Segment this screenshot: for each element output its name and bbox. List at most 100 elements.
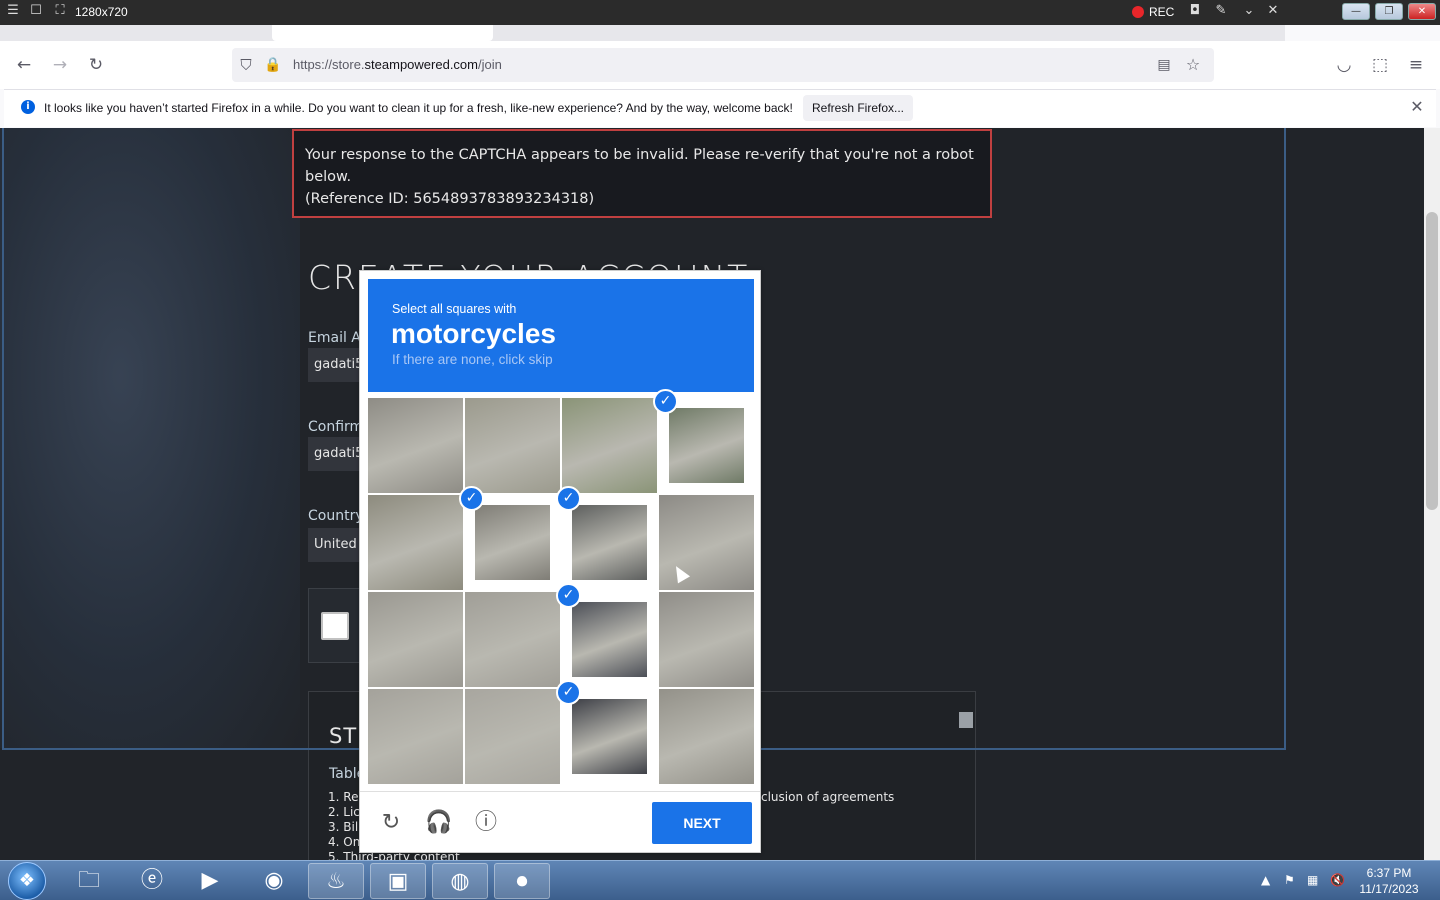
challenge-tile[interactable]: [659, 592, 754, 687]
tile-image: [368, 689, 463, 784]
close-icon[interactable]: ✕: [1266, 4, 1280, 18]
toc-item-text: clusion of agreements: [761, 790, 895, 804]
challenge-tile[interactable]: [465, 689, 560, 784]
scrollbar-thumb[interactable]: [1426, 212, 1438, 510]
reload-icon[interactable]: ↻: [86, 55, 106, 75]
error-reference: (Reference ID: 5654893783893234318): [305, 191, 595, 207]
minimize-button[interactable]: —: [1342, 3, 1370, 20]
challenge-tile[interactable]: [562, 592, 657, 687]
media-player-icon[interactable]: ▶: [182, 863, 238, 899]
challenge-tile[interactable]: [562, 689, 657, 784]
tile-image: [465, 592, 560, 687]
terminal-icon[interactable]: ▣: [370, 863, 426, 899]
tile-image: [465, 398, 560, 493]
tray-expand-icon[interactable]: ▲: [1261, 873, 1270, 887]
tile-image: [572, 602, 647, 677]
fullscreen-icon[interactable]: ☐: [29, 4, 43, 18]
recorder-toolbar: ☰ ☐ ⛶ 1280x720 REC ◘ ✎ ⌄ ✕ — ❐ ✕: [0, 0, 1440, 25]
record-icon[interactable]: [1132, 6, 1144, 18]
tile-image: [368, 592, 463, 687]
next-button[interactable]: NEXT: [652, 802, 752, 844]
network-icon[interactable]: ▦: [1307, 873, 1318, 887]
url-bar[interactable]: ⛉ 🔒 https://store.steampowered.com/join …: [232, 48, 1214, 82]
reload-challenge-icon[interactable]: ↻: [378, 810, 404, 836]
back-icon[interactable]: ←: [14, 55, 34, 75]
lock-icon[interactable]: 🔒: [263, 55, 283, 75]
shield-icon[interactable]: ⛉: [236, 55, 256, 75]
recaptcha-challenge: Select all squares with motorcycles If t…: [359, 270, 761, 853]
info-icon: i: [21, 100, 35, 114]
tile-image: [659, 689, 754, 784]
extensions-icon[interactable]: ⬚: [1370, 55, 1390, 75]
camera-icon[interactable]: ◘: [1188, 4, 1202, 18]
start-button[interactable]: ❖: [8, 862, 46, 900]
audio-challenge-icon[interactable]: 🎧: [425, 810, 452, 836]
close-icon[interactable]: ✕: [1408, 98, 1426, 116]
tile-image: [572, 505, 647, 580]
url-text[interactable]: https://store.steampowered.com/join: [293, 57, 502, 72]
scrollbar-thumb[interactable]: [959, 712, 973, 728]
browser-chrome: ← → ↻ ⛉ 🔒 https://store.steampowered.com…: [0, 25, 1440, 128]
restore-button[interactable]: ❐: [1375, 3, 1403, 20]
challenge-header: Select all squares with motorcycles If t…: [368, 279, 754, 392]
action-center-icon[interactable]: ⚑: [1284, 873, 1295, 887]
tile-image: [475, 505, 550, 580]
window-close-button[interactable]: ✕: [1408, 3, 1436, 20]
challenge-tile[interactable]: [465, 495, 560, 590]
page-scrollbar[interactable]: [1424, 128, 1440, 860]
forward-icon[interactable]: →: [50, 55, 70, 75]
firefox-icon[interactable]: ◍: [432, 863, 488, 899]
pen-icon[interactable]: ✎: [1214, 4, 1228, 18]
url-prefix: https://store.: [293, 57, 365, 72]
region-icon[interactable]: ⛶: [53, 4, 67, 18]
confirm-email-label: Confirm: [308, 419, 364, 435]
navigation-bar: ← → ↻ ⛉ 🔒 https://store.steampowered.com…: [0, 41, 1440, 89]
taskbar: ❖ 🗀 ⓔ ▶ ◉ ♨ ▣ ◍ ⏺ ▲ ⚑ ▦ 🔇 6:37 PM 11/17/…: [0, 860, 1440, 900]
chevron-down-icon[interactable]: ⌄: [1242, 4, 1256, 18]
tile-selected-check-icon: ✓: [556, 583, 581, 608]
rec-label[interactable]: REC: [1149, 5, 1174, 19]
hamburger-menu-icon[interactable]: ≡: [1406, 55, 1426, 75]
recorder-app-icon[interactable]: ⏺: [494, 863, 550, 899]
pocket-icon[interactable]: ◡: [1334, 55, 1354, 75]
file-explorer-icon[interactable]: 🗀: [61, 863, 117, 899]
volume-muted-icon[interactable]: 🔇: [1330, 873, 1345, 887]
tile-selected-check-icon: ✓: [459, 486, 484, 511]
challenge-tile[interactable]: [659, 398, 754, 493]
background-art: [0, 128, 300, 748]
help-icon[interactable]: ⓘ: [473, 810, 499, 836]
clock-date: 11/17/2023: [1359, 882, 1419, 896]
challenge-tile[interactable]: [562, 495, 657, 590]
challenge-tile[interactable]: [659, 689, 754, 784]
tile-image: [465, 689, 560, 784]
recaptcha-checkbox[interactable]: [321, 612, 349, 640]
tab-strip: [0, 25, 1285, 41]
challenge-instruction: Select all squares with: [392, 302, 517, 316]
challenge-tile[interactable]: [465, 592, 560, 687]
menu-icon[interactable]: ☰: [6, 4, 20, 18]
captcha-error-message: Your response to the CAPTCHA appears to …: [292, 129, 992, 218]
tile-image: [572, 699, 647, 774]
challenge-tile[interactable]: [368, 689, 463, 784]
challenge-tile[interactable]: [368, 398, 463, 493]
challenge-tile[interactable]: [368, 592, 463, 687]
tab-active[interactable]: [272, 25, 493, 41]
star-icon[interactable]: ☆: [1183, 55, 1203, 75]
challenge-tile[interactable]: [562, 398, 657, 493]
challenge-target: motorcycles: [391, 318, 556, 349]
challenge-tile[interactable]: [368, 495, 463, 590]
agreement-scrollbar[interactable]: [959, 697, 973, 860]
challenge-tile[interactable]: [465, 398, 560, 493]
error-line: Your response to the CAPTCHA appears to …: [305, 147, 974, 163]
system-clock[interactable]: 6:37 PM 11/17/2023: [1358, 865, 1420, 897]
steam-icon[interactable]: ♨: [308, 863, 364, 899]
tile-image: [669, 408, 744, 483]
internet-explorer-icon[interactable]: ⓔ: [124, 863, 180, 899]
chrome-icon[interactable]: ◉: [246, 863, 302, 899]
tile-image: [368, 495, 463, 590]
error-line: below.: [305, 169, 352, 185]
tile-selected-check-icon: ✓: [556, 680, 581, 705]
tile-image: [659, 592, 754, 687]
reader-view-icon[interactable]: ▤: [1154, 55, 1174, 75]
refresh-firefox-button[interactable]: Refresh Firefox...: [803, 95, 913, 121]
